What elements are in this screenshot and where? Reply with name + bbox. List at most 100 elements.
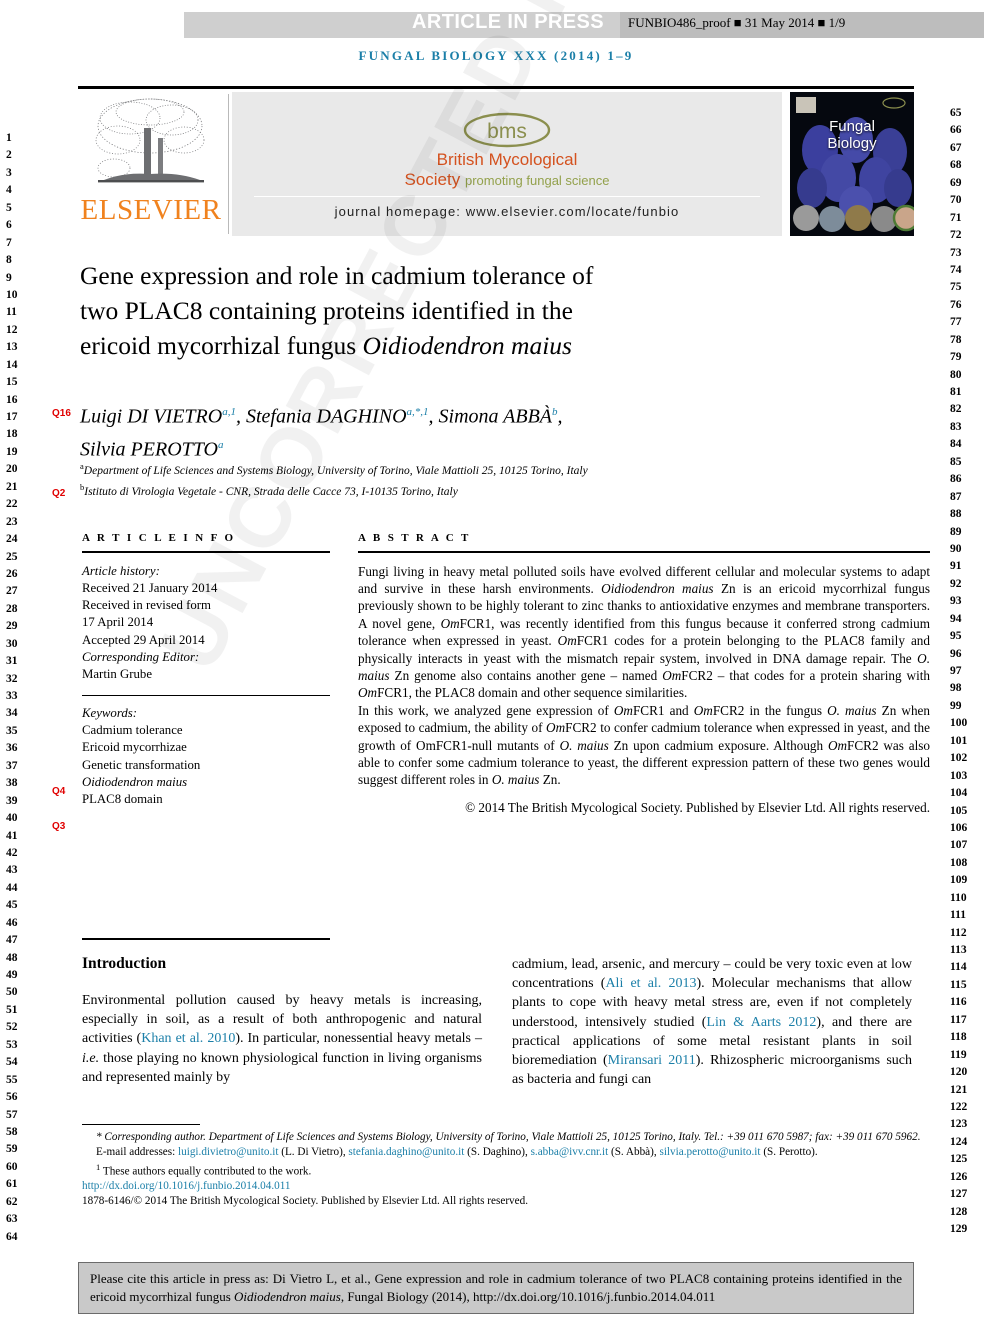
email-link-divietro[interactable]: luigi.divietro@unito.it — [178, 1146, 278, 1158]
cover-title-line2: Biology — [827, 135, 877, 152]
abs-p2-s2: FCR1 and — [632, 702, 694, 718]
query-marker-q3[interactable]: Q3 — [52, 821, 65, 832]
line-number: 118 — [950, 1031, 967, 1044]
line-number: 94 — [950, 612, 962, 625]
bms-name-line1: British Mycological — [436, 150, 578, 169]
line-number: 124 — [950, 1135, 968, 1148]
line-number: 23 — [6, 515, 18, 528]
citation-miransari-2011[interactable]: Miransari 2011 — [608, 1053, 696, 1068]
affiliation-a: aDepartment of Life Sciences and Systems… — [80, 461, 588, 477]
email-link-daghino[interactable]: stefania.daghino@unito.it — [348, 1146, 464, 1158]
history-label: Article history: — [82, 563, 160, 578]
line-number: 54 — [6, 1056, 18, 1069]
line-number: 97 — [950, 665, 962, 677]
line-number: 67 — [950, 141, 962, 154]
line-numbers-right: 65 66 67 68 69 70 71 72 73 74 75 76 77 78 79 80 81 82 83 84… — [950, 105, 984, 1238]
email-link-abba[interactable]: s.abba@ivv.cnr.it — [531, 1146, 609, 1158]
title-line-2: two PLAC8 containing proteins identified… — [80, 296, 573, 325]
line-number: 55 — [6, 1073, 18, 1086]
email-label: E-mail addresses: — [96, 1145, 176, 1158]
line-number: 70 — [950, 194, 962, 207]
line-number: 8 — [6, 254, 12, 267]
line-number: 26 — [6, 567, 18, 580]
journal-homepage-link[interactable]: journal homepage: www.elsevier.com/locat… — [232, 204, 782, 219]
citation-khan-2010[interactable]: Khan et al. 2010 — [141, 1031, 235, 1046]
citation-ali-2013[interactable]: Ali et al. 2013 — [605, 976, 696, 991]
cite-this-article-box: Please cite this article in press as: Di… — [78, 1262, 914, 1314]
abs-p2-i6: Om — [827, 737, 848, 753]
line-number: 29 — [6, 620, 18, 633]
intro-l-s2: ). In particular, nonessential heavy met… — [235, 1031, 483, 1047]
query-marker-q4[interactable]: Q4 — [52, 786, 65, 797]
line-number: 37 — [6, 759, 18, 772]
line-number: 125 — [950, 1153, 968, 1166]
line-number: 11 — [6, 306, 17, 319]
line-number: 17 — [6, 411, 18, 423]
citation-lin-aarts-2012[interactable]: Lin & Aarts 2012 — [706, 1015, 816, 1030]
abs-p2-i1: Om — [613, 702, 633, 718]
query-marker-q2[interactable]: Q2 — [52, 488, 65, 499]
masthead-divider — [228, 94, 229, 234]
line-number: 122 — [950, 1100, 968, 1113]
doi-link[interactable]: http://dx.doi.org/10.1016/j.funbio.2014.… — [82, 1179, 930, 1194]
line-number: 27 — [6, 585, 18, 598]
cite-box-species: Oidiodendron maius — [234, 1288, 341, 1304]
line-number: 105 — [950, 804, 968, 817]
line-number: 61 — [6, 1178, 18, 1191]
line-number: 68 — [950, 159, 962, 172]
line-number: 30 — [6, 637, 18, 650]
line-number: 22 — [6, 498, 18, 511]
line-number: 24 — [6, 533, 18, 546]
line-number: 98 — [950, 682, 962, 695]
abs-p2-i4: Om — [546, 720, 566, 736]
abstract-copyright: © 2014 The British Mycological Society. … — [465, 799, 930, 815]
line-number: 72 — [950, 229, 962, 242]
abs-p1-i1: Oidiodendron maius — [601, 581, 714, 596]
line-number: 25 — [6, 550, 18, 563]
title-line-1: Gene expression and role in cadmium tole… — [80, 261, 594, 290]
accepted-date: Accepted 29 April 2014 — [82, 632, 205, 647]
line-number: 128 — [950, 1205, 968, 1218]
query-marker-q16[interactable]: Q16 — [52, 408, 71, 419]
line-number: 33 — [6, 690, 18, 702]
line-number: 71 — [950, 211, 962, 224]
line-number: 39 — [6, 794, 18, 807]
elsevier-logo[interactable]: ELSEVIER — [78, 92, 226, 238]
line-number: 126 — [950, 1170, 968, 1183]
article-info-section: A R T I C L E I N F O Article history: R… — [82, 532, 330, 808]
article-info-heading: A R T I C L E I N F O — [82, 532, 236, 544]
line-number: 90 — [950, 542, 962, 555]
line-number: 9 — [6, 271, 12, 284]
article-in-press-label: ARTICLE IN PRESS — [412, 11, 604, 33]
line-number: 89 — [950, 525, 962, 538]
line-number: 18 — [6, 428, 18, 441]
keywords-rule — [82, 694, 330, 696]
line-number: 92 — [950, 577, 962, 590]
line-numbers-left: 1 2 3 4 5 6 7 8 9 10 11 12 13 14 15 16 17 18 19 20 21 22 23 24 2… — [6, 130, 40, 1246]
introduction-paragraph-left: Environmental pollution caused by heavy … — [82, 991, 482, 1087]
svg-text:bms: bms — [487, 120, 527, 143]
abs-p2-i3: O. maius — [827, 702, 877, 718]
bms-society-name: British Mycological Society promoting fu… — [232, 150, 782, 191]
revised-date: 17 April 2014 — [82, 615, 154, 630]
author-4: Silvia PEROTTO — [80, 438, 218, 461]
abstract-section: A B S T R A C T Fungi living in heavy me… — [358, 532, 930, 816]
editor-label: Corresponding Editor: — [82, 650, 200, 665]
keyword-5: PLAC8 domain — [82, 792, 163, 807]
line-number: 10 — [6, 288, 18, 301]
line-number: 119 — [950, 1048, 967, 1061]
footnote-emails: E-mail addresses: luigi.divietro@unito.i… — [82, 1145, 930, 1160]
line-number: 106 — [950, 821, 968, 834]
line-number: 116 — [950, 996, 967, 1009]
footnote-equal-contribution: 1 These authors equally contributed to t… — [96, 1161, 312, 1178]
line-number: 86 — [950, 473, 962, 486]
introduction-left-column: Introduction Environmental pollution cau… — [82, 955, 482, 1087]
journal-cover-thumbnail: Fungal Biology — [790, 92, 914, 236]
page-title: Gene expression and role in cadmium tole… — [80, 258, 840, 363]
journal-cover-art — [790, 92, 914, 236]
line-number: 31 — [6, 655, 18, 668]
introduction-paragraph-right: cadmium, lead, arsenic, and mercury – co… — [512, 955, 912, 1089]
line-number: 4 — [6, 184, 12, 197]
line-number: 76 — [950, 298, 962, 311]
email-link-perotto[interactable]: silvia.perotto@unito.it — [659, 1146, 760, 1158]
